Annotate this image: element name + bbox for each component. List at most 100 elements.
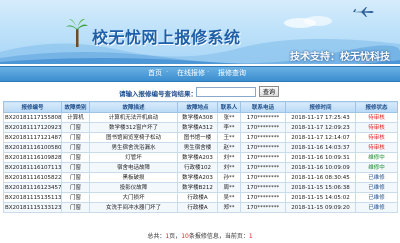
- cell-contact: 张**: [217, 112, 241, 123]
- cell-category: 门窗: [61, 202, 90, 213]
- table-row[interactable]: BX20181116100580 门窗 男生宿舍洗浴漏水 男生宿舍楼 赵** 1…: [3, 142, 398, 153]
- cell-contact: 刘**: [217, 152, 241, 163]
- repair-table: 报修编号 故障类别 故障描述 故障地点 联系人 联系电话 报修时间 报修状态 B…: [3, 101, 398, 213]
- cell-category: 门窗: [61, 152, 90, 163]
- cell-status: 维修中: [355, 162, 398, 173]
- cell-location: 数学楼B212: [177, 182, 218, 193]
- cell-category: 门窗: [61, 192, 90, 203]
- cell-description: 大门损坏: [89, 192, 178, 203]
- cell-contact: 赵**: [217, 142, 241, 153]
- cell-time: 2018-11-17 12:14:07: [285, 132, 356, 143]
- cell-phone: 170********: [240, 202, 286, 213]
- cell-time: 2018-11-15 14:05:02: [285, 192, 356, 203]
- column-header-phone: 联系电话: [240, 101, 286, 113]
- column-header-time: 报修时间: [285, 101, 356, 113]
- cell-time: 2018-11-15 09:09:20: [285, 202, 356, 213]
- footer-middle-2: 条报修信息，当前页：: [188, 233, 249, 240]
- table-row[interactable]: BX20181117155808 计算机 计算机无法开机启动 数学楼A308 张…: [3, 112, 398, 123]
- cell-description: 宿舍电话故障: [89, 162, 178, 173]
- cell-id: BX20181116109828: [3, 152, 62, 163]
- cell-phone: 170********: [240, 182, 286, 193]
- cell-phone: 170********: [240, 192, 286, 203]
- table-row[interactable]: BX20181115133123 门窗 女洗手间冲水器门坏了 行政楼A 郑** …: [3, 202, 398, 213]
- cell-time: 2018-11-16 10:09:09: [285, 162, 356, 173]
- airplane-icon: [353, 7, 374, 17]
- footer-middle: 页，: [169, 233, 182, 240]
- total-count: 10: [181, 233, 189, 240]
- cell-description: 数学楼312窗户坏了: [89, 122, 178, 133]
- cell-status: 已维修: [355, 202, 398, 213]
- column-header-contact: 联系人: [217, 101, 241, 113]
- cell-location: 行政楼A: [177, 202, 218, 213]
- cell-phone: 170********: [240, 152, 286, 163]
- cell-description: 女洗手间冲水器门坏了: [89, 202, 178, 213]
- column-header-category: 故障类别: [61, 101, 90, 113]
- cell-status: 待审核: [355, 132, 398, 143]
- pagination-footer: 总共：1页，10条报修信息，当前页：1: [0, 231, 400, 241]
- cell-location: 数学楼A203: [177, 152, 218, 163]
- cell-status: 已维修: [355, 182, 398, 193]
- cell-contact: 郑**: [217, 202, 241, 213]
- column-header-status: 报修状态: [355, 101, 398, 113]
- cell-category: 门窗: [61, 142, 90, 153]
- cell-location: 数学楼A308: [177, 112, 218, 123]
- table-row[interactable]: BX20181116107113 门窗 宿舍电话故障 行政楼102 刘** 17…: [3, 162, 398, 173]
- table-row[interactable]: BX20181116123457 门窗 投影仪故障 数学楼B212 周** 17…: [3, 182, 398, 193]
- header-banner: 校无忧网上报修系统 技术支持：校无忧科技: [0, 0, 400, 64]
- nav-separator: ·: [166, 68, 169, 76]
- cell-time: 2018-11-17 17:25:43: [285, 112, 356, 123]
- table-row[interactable]: BX20181116105822 门窗 黑板破损 数学楼A203 孙** 170…: [3, 172, 398, 183]
- cell-description: 计算机无法开机启动: [89, 112, 178, 123]
- table-row[interactable]: BX20181116109828 门窗 灯管坏 数学楼A203 刘** 170*…: [3, 152, 398, 163]
- nav-separator: ·: [207, 68, 210, 76]
- cell-phone: 170********: [240, 122, 286, 133]
- cell-id: BX20181115135113: [3, 192, 62, 203]
- cell-phone: 170********: [240, 112, 286, 123]
- cell-time: 2018-11-16 14:03:37: [285, 142, 356, 153]
- cell-time: 2018-11-17 12:09:23: [285, 122, 356, 133]
- cell-status: 待审核: [355, 142, 398, 153]
- cell-description: 黑板破损: [89, 172, 178, 183]
- nav-home[interactable]: 首页: [148, 68, 162, 78]
- cell-category: 门窗: [61, 182, 90, 193]
- cell-contact: 李**: [217, 122, 241, 133]
- cell-location: 行政楼A: [177, 192, 218, 203]
- palm-tree-logo-icon: [66, 18, 88, 47]
- cell-description: 图书馆阅览室椅子松动: [89, 132, 178, 143]
- cell-phone: 170********: [240, 132, 286, 143]
- cell-id: BX20181117121487: [3, 132, 62, 143]
- column-header-description: 故障描述: [89, 101, 178, 113]
- search-input[interactable]: [196, 87, 256, 97]
- table-row[interactable]: BX20181115135113 门窗 大门损坏 行政楼A 吴** 170***…: [3, 192, 398, 203]
- cell-contact: 吴**: [217, 192, 241, 203]
- cell-location: 行政楼102: [177, 162, 218, 173]
- column-header-id: 报修编号: [3, 101, 62, 113]
- cell-status: 待审核: [355, 112, 398, 123]
- cell-id: BX20181116123457: [3, 182, 62, 193]
- table-header-row: 报修编号 故障类别 故障描述 故障地点 联系人 联系电话 报修时间 报修状态: [3, 101, 398, 113]
- search-button[interactable]: 查询: [259, 86, 279, 97]
- cell-status: 已维修: [355, 172, 398, 183]
- nav-repair-query[interactable]: 报修查询: [218, 68, 246, 78]
- nav-bar: 首页 · 在线报修 · 报修查询: [0, 66, 400, 82]
- tech-support-text: 技术支持：校无忧科技: [290, 52, 390, 63]
- cell-category: 门窗: [61, 122, 90, 133]
- cell-id: BX20181117155808: [3, 112, 62, 123]
- table-row[interactable]: BX20181117120923 门窗 数学楼312窗户坏了 数学楼A312 李…: [3, 122, 398, 133]
- cell-category: 门窗: [61, 162, 90, 173]
- cell-contact: 孙**: [217, 172, 241, 183]
- nav-online-repair[interactable]: 在线报修: [177, 68, 205, 78]
- cell-time: 2018-11-16 10:09:31: [285, 152, 356, 163]
- search-label: 请输入报修编号查询结果：: [119, 90, 197, 98]
- cell-location: 男生宿舍楼: [177, 142, 218, 153]
- table-row[interactable]: BX20181117121487 门窗 图书馆阅览室椅子松动 图书馆一楼 王**…: [3, 132, 398, 143]
- cell-time: 2018-11-15 15:06:38: [285, 182, 356, 193]
- footer-prefix: 总共：: [147, 233, 166, 240]
- cell-category: 计算机: [61, 112, 90, 123]
- cell-description: 灯管坏: [89, 152, 178, 163]
- cell-status: 待审核: [355, 122, 398, 133]
- cell-description: 投影仪故障: [89, 182, 178, 193]
- cell-contact: 刘**: [217, 162, 241, 173]
- cell-id: BX20181117120923: [3, 122, 62, 133]
- search-bar: 请输入报修编号查询结果： 查询: [0, 85, 400, 99]
